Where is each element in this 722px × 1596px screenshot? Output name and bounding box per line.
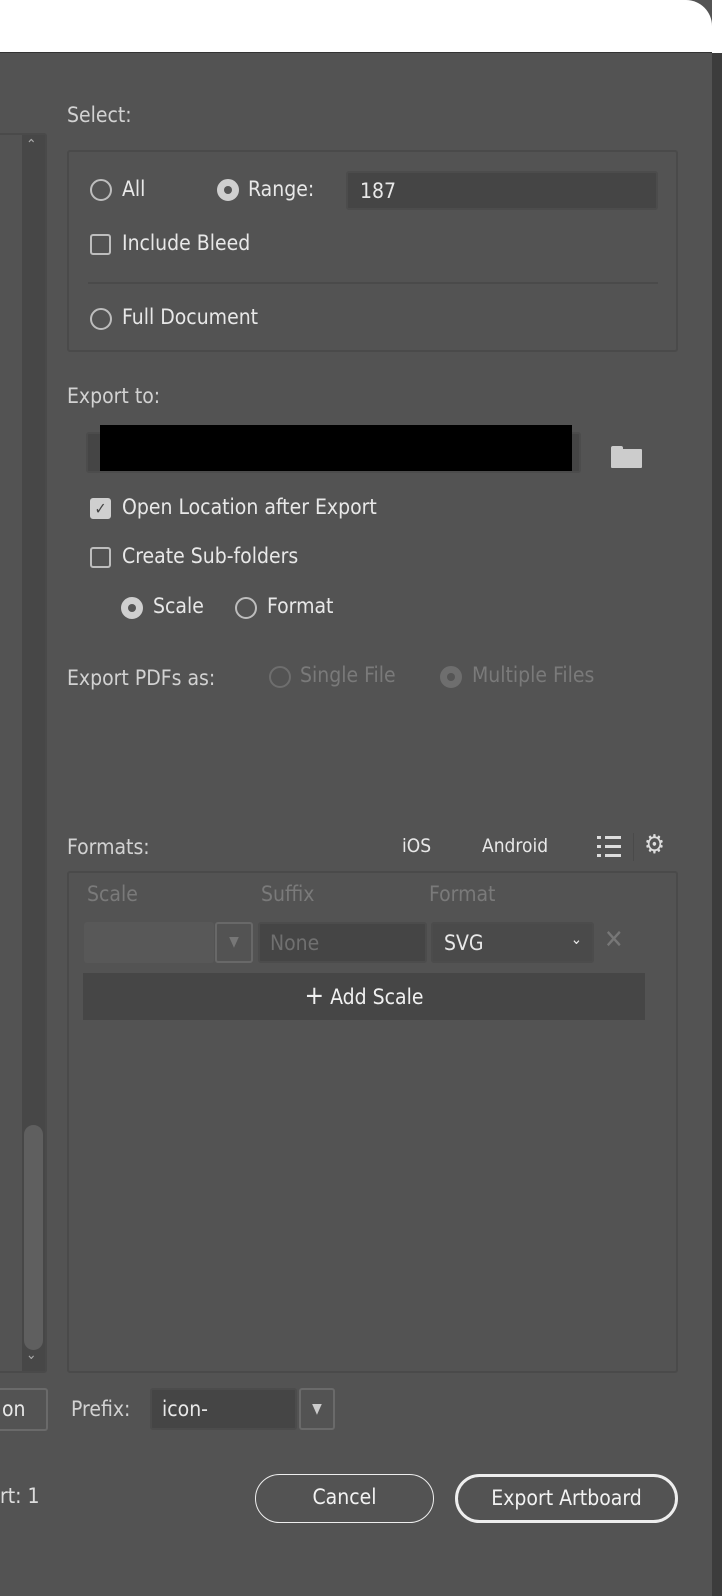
radio-format[interactable]: [235, 597, 257, 619]
select-label: Select:: [67, 103, 132, 127]
left-partial-button-label: on: [2, 1397, 26, 1421]
gear-icon[interactable]: ⚙: [644, 830, 665, 860]
artboard-count: rt: 1: [0, 1484, 40, 1508]
ios-preset-button[interactable]: iOS: [402, 835, 431, 857]
radio-range-label: Range:: [248, 177, 315, 201]
radio-format-label: Format: [267, 594, 334, 618]
prefix-input[interactable]: icon-: [150, 1388, 297, 1430]
format-select[interactable]: SVG ⌄: [431, 922, 594, 963]
export-pdfs-label: Export PDFs as:: [67, 666, 216, 690]
radio-scale[interactable]: [121, 597, 143, 619]
radio-range[interactable]: [217, 179, 239, 201]
prefix-dropdown-icon[interactable]: ▼: [299, 1388, 335, 1430]
include-bleed-label: Include Bleed: [122, 231, 251, 255]
left-partial-button[interactable]: on: [0, 1388, 48, 1431]
radio-all-label: All: [122, 177, 146, 201]
prefix-value: icon-: [162, 1397, 208, 1421]
scroll-thumb[interactable]: [24, 1125, 43, 1350]
radio-full-document[interactable]: [90, 308, 112, 330]
export-artboard-button[interactable]: Export Artboard: [455, 1474, 678, 1523]
column-header-suffix: Suffix: [261, 882, 315, 906]
include-bleed-checkbox[interactable]: [90, 234, 111, 255]
column-header-format: Format: [429, 882, 496, 906]
radio-scale-label: Scale: [153, 594, 204, 618]
window-edge-top: [712, 0, 722, 53]
title-bar: [0, 0, 712, 53]
folder-icon[interactable]: [611, 446, 642, 468]
export-to-label: Export to:: [67, 384, 161, 408]
multiple-files-label: Multiple Files: [472, 663, 595, 687]
divider: [88, 282, 658, 284]
format-value: SVG: [444, 931, 484, 955]
window-edge: [712, 0, 722, 1596]
list-icon[interactable]: [597, 834, 621, 860]
suffix-input[interactable]: None: [258, 922, 427, 963]
prefix-label: Prefix:: [71, 1397, 131, 1421]
redacted-path: [100, 425, 572, 471]
scale-input[interactable]: [84, 922, 214, 963]
single-file-label: Single File: [300, 663, 396, 687]
android-preset-button[interactable]: Android: [482, 835, 548, 857]
formats-label: Formats:: [67, 835, 150, 859]
open-location-checkbox[interactable]: ✓: [90, 498, 111, 519]
chevron-down-icon: ⌄: [570, 930, 582, 948]
radio-multiple-files[interactable]: [440, 666, 462, 688]
scale-dropdown-icon[interactable]: ▼: [215, 922, 253, 963]
open-location-label: Open Location after Export: [122, 495, 377, 519]
range-value: 187: [360, 179, 397, 203]
radio-all[interactable]: [90, 179, 112, 201]
add-scale-label: Add Scale: [330, 985, 424, 1009]
suffix-placeholder: None: [270, 931, 320, 955]
remove-scale-icon[interactable]: ✕: [604, 925, 624, 955]
scroll-down-icon[interactable]: ⌄: [26, 1347, 37, 1363]
range-input[interactable]: 187: [346, 171, 658, 210]
radio-single-file[interactable]: [269, 666, 291, 688]
create-subfolders-label: Create Sub-folders: [122, 544, 299, 568]
plus-icon: +: [304, 981, 325, 1011]
full-document-label: Full Document: [122, 305, 259, 329]
toolbar-divider: [633, 833, 634, 861]
create-subfolders-checkbox[interactable]: [90, 547, 111, 568]
scrollbar[interactable]: ⌃ ⌄: [22, 135, 45, 1371]
cancel-button[interactable]: Cancel: [255, 1474, 434, 1523]
scroll-up-icon[interactable]: ⌃: [26, 137, 37, 153]
column-header-scale: Scale: [87, 882, 138, 906]
add-scale-button[interactable]: + Add Scale: [83, 973, 645, 1020]
